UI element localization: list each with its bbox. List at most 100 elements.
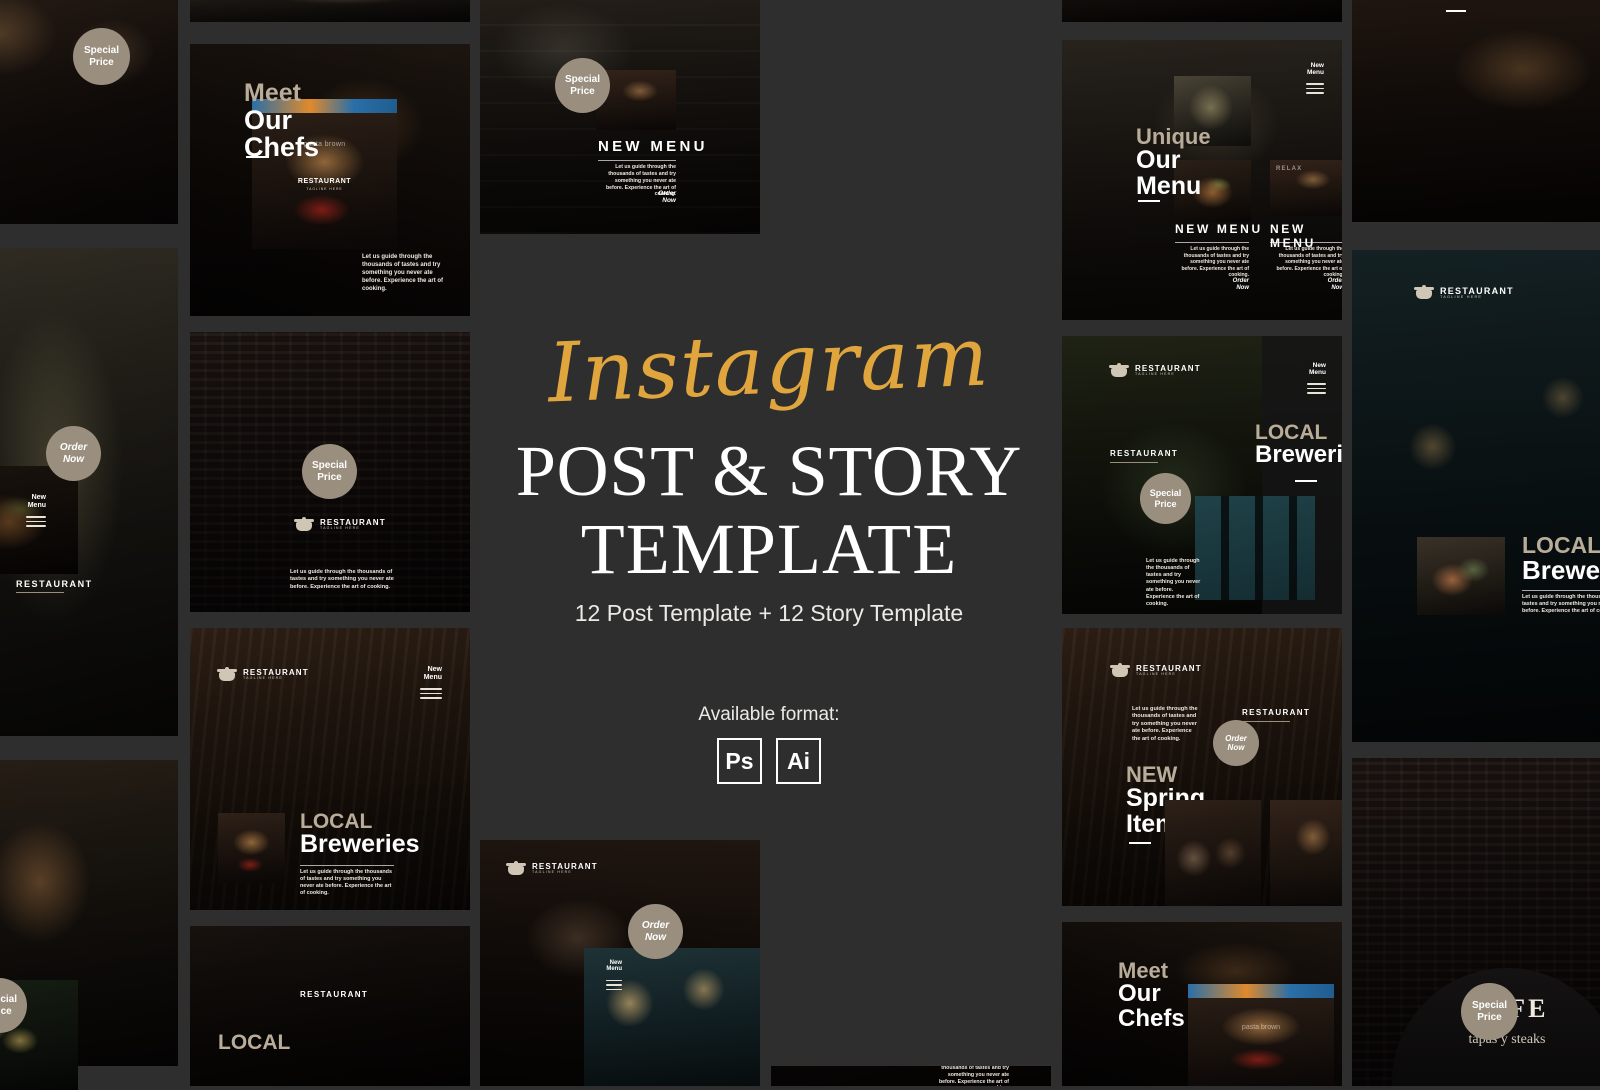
heading-rule (1138, 200, 1160, 202)
badge-line1: Order (1225, 733, 1247, 743)
post-card-top-strip-2[interactable] (1062, 0, 1342, 22)
hamburger-icon[interactable] (606, 979, 622, 991)
photo-overlay (1352, 0, 1600, 222)
card-heading: LOCAL Breweries (1255, 422, 1342, 468)
order-line1: Order (658, 190, 676, 197)
special-price-badge[interactable]: Special Price (555, 58, 610, 113)
brand-logo[interactable]: RESTAURANT TAGLINE HERE (294, 517, 386, 532)
title-divider (1175, 242, 1249, 243)
special-price-badge[interactable]: Special Price (302, 444, 357, 499)
card-thumbnail-right[interactable] (1270, 800, 1342, 906)
post-card-local-breweries[interactable]: RESTAURANT TAGLINE HERE New Menu LOCAL B… (190, 628, 470, 910)
special-price-badge[interactable]: Special Price (73, 28, 130, 85)
new-menu-toggle[interactable]: New Menu (1307, 362, 1326, 394)
card-thumbnail[interactable] (1417, 537, 1505, 615)
brand-logo[interactable]: RESTAURANT TAGLINE HERE (217, 667, 309, 682)
restaurant-underline (1242, 721, 1290, 722)
heading-divider (300, 865, 394, 866)
card-body-text: Let us guide through the thousands of ta… (1132, 706, 1198, 742)
logo-tagline: TAGLINE HERE (1136, 672, 1176, 677)
order-now-badge[interactable]: Order Now (46, 426, 101, 481)
badge-line1: Special (1149, 487, 1182, 498)
hamburger-icon[interactable] (1307, 383, 1326, 394)
pot-icon (217, 667, 237, 682)
badge-line1: Special (564, 73, 601, 85)
order-now-text[interactable]: Order Now (638, 190, 676, 205)
order-now-text-left[interactable]: Order Now (1214, 278, 1249, 292)
badge-line1: Special (1471, 999, 1508, 1011)
hero-script-title: Instagram (546, 309, 992, 422)
brand-logo[interactable]: RESTAURANT TAGLINE HERE (1109, 363, 1201, 378)
format-badges: Ps Ai (478, 738, 1060, 784)
heading-line2: Chefs (1118, 1004, 1185, 1032)
post-card-meet-chefs[interactable]: pasta brown RESTAURANT TAGLINE HERE Meet… (190, 44, 470, 316)
new-menu-toggle[interactable]: New Menu (1306, 62, 1324, 94)
badge-line2: Price (0, 1005, 12, 1017)
special-price-badge[interactable]: Special Price (1140, 473, 1191, 524)
card-thumbnail[interactable] (1195, 496, 1315, 600)
pot-icon (1414, 285, 1434, 300)
menu-label-line1: New (31, 494, 46, 501)
card-thumbnail[interactable] (218, 813, 285, 883)
card-thumbnail[interactable]: pasta brown (1188, 984, 1334, 1086)
brand-logo[interactable]: RESTAURANT TAGLINE HERE (506, 861, 598, 876)
menu-label-line2: Menu (1307, 69, 1324, 77)
sign-restaurant: RESTAURANT (297, 178, 352, 185)
order-now-text-right[interactable]: Order Now (1309, 278, 1342, 292)
logo-tagline: TAGLINE HERE (1440, 294, 1483, 299)
hamburger-icon[interactable] (420, 688, 442, 699)
order-line2: Now (1236, 284, 1249, 291)
heading-kicker: Unique (1136, 124, 1211, 149)
pot-icon (294, 517, 314, 532)
post-card-bottom-clipped[interactable]: RESTAURANT LOCAL (190, 926, 470, 1086)
photo-overlay (1352, 250, 1600, 742)
card-thumbnail-relax[interactable]: RELAX (1270, 160, 1342, 216)
new-menu-toggle[interactable]: New Menu (420, 666, 442, 699)
hero-subtitle: 12 Post Template + 12 Story Template (574, 600, 964, 626)
heading-kicker: Meet (244, 79, 301, 107)
story-card-local-breweries[interactable]: RESTAURANT TAGLINE HERE LOCAL Breweries … (1352, 250, 1600, 742)
pasta-sign-text: pasta brown (1241, 1024, 1281, 1031)
post-card-new-menu[interactable]: NEW MENU Let us guide through the thousa… (480, 0, 760, 234)
story-card-interior[interactable] (1352, 0, 1600, 222)
special-price-badge[interactable]: Special Price (1461, 983, 1518, 1040)
order-now-badge[interactable]: Order Now (1213, 720, 1259, 766)
hamburger-icon[interactable] (1306, 83, 1324, 94)
pot-icon (1110, 663, 1130, 678)
logo-tagline: TAGLINE HERE (532, 870, 572, 875)
post-card-new-spring-2[interactable]: RESTAURANT TAGLINE HERE Let us guide thr… (1062, 628, 1342, 906)
hamburger-icon[interactable] (26, 516, 46, 527)
card-body-text: Let us guide through the thousands of ta… (300, 869, 392, 897)
photo-overlay (190, 926, 470, 1086)
heading-line1: Breweries (300, 830, 420, 859)
card-body-text: Let us guide through the thousands of ta… (290, 569, 394, 590)
order-now-badge[interactable]: Order Now (628, 904, 683, 959)
badge-line2: Now (644, 931, 667, 943)
post-card-meet-chefs-3[interactable]: pasta brown Meet Our Chefs (1062, 922, 1342, 1086)
new-menu-toggle[interactable]: New Menu (26, 494, 46, 527)
post-card-kitchen[interactable]: RESTAURANT TAGLINE HERE New Menu (480, 840, 760, 1086)
post-card-top-strip[interactable] (190, 0, 470, 22)
menu-label-line2: Menu (27, 501, 46, 509)
illustrator-format-badge[interactable]: Ai (776, 738, 821, 784)
badge-line2: Now (62, 453, 85, 465)
photoshop-format-badge[interactable]: Ps (717, 738, 762, 784)
new-menu-toggle[interactable]: New Menu (606, 960, 622, 991)
card-heading: LOCAL Breweries (1522, 533, 1600, 584)
badge-line1: Order (59, 441, 88, 453)
card-body-text-left: Let us guide through the thousands of ta… (1181, 246, 1249, 279)
menu-label-line1: New (1312, 362, 1326, 369)
heading-line1: Our (244, 104, 293, 135)
post-card-unique-menu[interactable]: New Menu RELAX Unique Our Menu NEW MENU … (1062, 40, 1342, 320)
card-heading: LOCAL (218, 1032, 290, 1054)
brand-logo[interactable]: RESTAURANT TAGLINE HERE (1414, 285, 1514, 300)
menu-label-line2: Menu (423, 673, 442, 681)
restaurant-label: RESTAURANT (1242, 708, 1311, 717)
brand-logo[interactable]: RESTAURANT TAGLINE HERE (1110, 663, 1202, 678)
title-divider (1522, 590, 1600, 591)
template-showcase: Special Price New Menu Order Now RESTAUR… (0, 0, 1600, 1090)
card-thumbnail-left[interactable] (1165, 800, 1261, 906)
card-body-text: Let us guide through the thousands of ta… (1146, 558, 1201, 607)
post-card-local-breweries-2[interactable]: RESTAURANT TAGLINE HERE New Menu RESTAUR… (1062, 336, 1342, 614)
card-title-new-menu-left: NEW MENU (1175, 222, 1263, 236)
